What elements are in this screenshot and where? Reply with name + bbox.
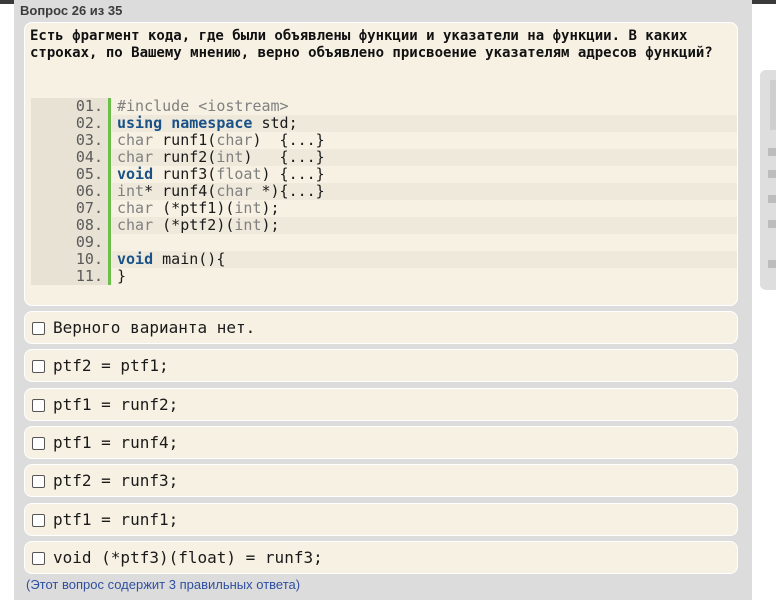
code-line: 03. char runf1(char) {...} — [31, 132, 737, 149]
code-text: void runf3(float) {...} — [117, 165, 325, 183]
answer-checkbox[interactable] — [32, 436, 45, 450]
code-text: char (*ptf2)(int); — [112, 217, 737, 234]
line-number: 11. — [75, 267, 103, 285]
side-panel-marker — [768, 170, 776, 178]
code-line: 06. int* runf4(char *){...} — [31, 183, 737, 200]
code-text: #include <iostream> — [117, 97, 289, 115]
code-line: 02. using namespace std; — [31, 115, 737, 132]
side-panel-marker — [768, 220, 776, 228]
code-text: char (*ptf1)(int); — [117, 199, 280, 217]
code-line: 01. #include <iostream> — [31, 98, 737, 115]
answer-checkbox[interactable] — [32, 551, 45, 565]
code-line: 05. void runf3(float) {...} — [31, 166, 737, 183]
answer-option[interactable]: void (*ptf3)(float) = runf3; — [24, 540, 738, 574]
code-text: int* runf4(char *){...} — [112, 183, 737, 200]
answer-label[interactable]: ptf2 = ptf1; — [53, 356, 169, 376]
answer-option[interactable]: ptf1 = runf1; — [24, 502, 738, 536]
code-text: } — [117, 267, 127, 285]
side-panel-marker — [768, 148, 776, 156]
answer-count-note: (Этот вопрос содержит 3 правильных ответ… — [26, 577, 301, 592]
answer-option[interactable]: ptf1 = runf2; — [24, 387, 738, 421]
answer-option[interactable]: ptf2 = ptf1; — [24, 349, 738, 383]
question-counter: Вопрос 26 из 35 — [20, 3, 123, 18]
line-number: 07. — [75, 199, 103, 217]
code-text: char runf2(int) {...} — [112, 149, 737, 166]
answer-checkbox[interactable] — [32, 398, 45, 412]
line-number: 01. — [75, 97, 103, 115]
code-text: void main(){ — [112, 251, 737, 268]
code-line: 07. char (*ptf1)(int); — [31, 200, 737, 217]
line-number: 06. — [75, 182, 103, 200]
answer-checkbox[interactable] — [32, 513, 45, 527]
side-panel-marker — [768, 260, 776, 268]
code-line: 08. char (*ptf2)(int); — [31, 217, 737, 234]
answer-label[interactable]: Верного варианта нет. — [53, 318, 255, 338]
question-text: Есть фрагмент кода, где были объявлены ф… — [30, 28, 713, 61]
answer-checkbox[interactable] — [32, 475, 45, 489]
line-number: 04. — [75, 148, 103, 166]
answer-label[interactable]: ptf1 = runf2; — [53, 395, 178, 415]
code-line: 11.} — [31, 268, 737, 285]
line-number: 03. — [75, 131, 103, 149]
line-number: 05. — [75, 165, 103, 183]
answer-checkbox[interactable] — [32, 322, 45, 335]
line-number: 08. — [75, 216, 103, 234]
answer-label[interactable]: ptf1 = runf4; — [53, 433, 178, 453]
line-number: 02. — [75, 114, 103, 132]
answer-label[interactable]: ptf1 = runf1; — [53, 510, 178, 530]
code-text: char runf1(char) {...} — [117, 131, 325, 149]
answer-label[interactable]: ptf2 = runf3; — [53, 471, 178, 491]
code-block: 01. #include <iostream> 02. using namespace… — [31, 98, 737, 285]
code-line: 09. — [31, 234, 737, 251]
side-panel-marker — [768, 195, 776, 203]
line-number: 09. — [75, 233, 103, 251]
answer-option[interactable]: Верного варианта нет. — [24, 311, 738, 344]
code-text: using namespace std; — [112, 115, 737, 132]
side-panel-block — [770, 80, 776, 130]
answer-option[interactable]: ptf1 = runf4; — [24, 425, 738, 459]
answer-checkbox[interactable] — [32, 360, 45, 374]
code-line: 10. void main(){ — [31, 251, 737, 268]
question-card: Есть фрагмент кода, где были объявлены ф… — [24, 22, 738, 306]
code-line: 04. char runf2(int) {...} — [31, 149, 737, 166]
answer-label[interactable]: void (*ptf3)(float) = runf3; — [53, 548, 323, 568]
answer-option[interactable]: ptf2 = runf3; — [24, 464, 738, 498]
line-number: 10. — [75, 250, 103, 268]
